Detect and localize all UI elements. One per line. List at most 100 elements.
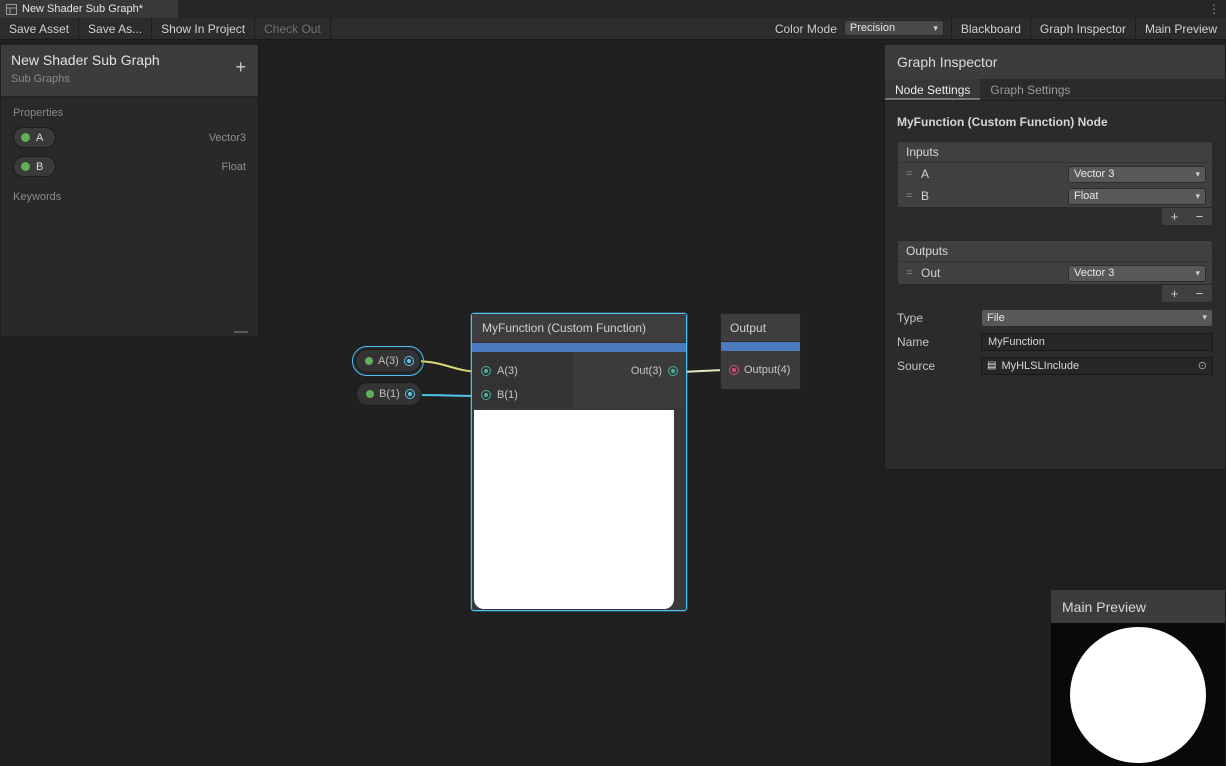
type-dropdown[interactable]: File ▾ xyxy=(981,309,1213,327)
inputs-row-a-name: A xyxy=(921,167,1068,181)
toolbar-right-group: Color Mode Precision ▾ Blackboard Graph … xyxy=(768,18,1226,39)
output-port-out-label: Out(3) xyxy=(631,365,662,377)
output-node[interactable]: Output Output(4) xyxy=(720,313,801,390)
inputs-list-header: Inputs xyxy=(898,142,1212,163)
object-picker-icon[interactable]: ⊙ xyxy=(1198,359,1207,372)
document-tab-label: New Shader Sub Graph* xyxy=(22,3,143,15)
blackboard-property-a-type: Vector3 xyxy=(209,132,246,144)
outputs-row-out-type-dropdown[interactable]: Vector 3 ▾ xyxy=(1068,265,1206,282)
name-field-row: Name MyFunction xyxy=(897,332,1213,351)
source-object-field[interactable]: ▤ MyHLSLInclude ⊙ xyxy=(981,357,1213,375)
precision-dropdown-value: Precision xyxy=(850,22,895,34)
property-node-a[interactable]: A(3) xyxy=(352,346,424,376)
color-mode-label: Color Mode xyxy=(768,18,844,39)
blackboard-panel: New Shader Sub Graph Sub Graphs + Proper… xyxy=(0,44,259,337)
source-field-row: Source ▤ MyHLSLInclude ⊙ xyxy=(897,356,1213,375)
precision-dropdown[interactable]: Precision ▾ xyxy=(844,20,944,36)
preview-sphere xyxy=(1070,627,1206,763)
node-accent-bar xyxy=(472,343,686,352)
keywords-section-label: Keywords xyxy=(1,181,258,207)
document-tab[interactable]: New Shader Sub Graph* xyxy=(0,0,178,18)
chevron-down-icon: ▾ xyxy=(1195,191,1200,202)
outputs-row-out-name: Out xyxy=(921,266,1068,280)
input-port-a-icon[interactable] xyxy=(481,366,491,376)
remove-output-button[interactable]: − xyxy=(1187,285,1212,302)
type-dropdown-value: File xyxy=(987,312,1005,324)
input-port-b-label: B(1) xyxy=(497,389,518,401)
add-input-button[interactable]: + xyxy=(1162,208,1187,225)
property-color-dot-icon xyxy=(366,390,374,398)
main-preview-header[interactable]: Main Preview xyxy=(1051,590,1225,623)
tab-graph-settings[interactable]: Graph Settings xyxy=(980,79,1080,100)
drag-handle-icon[interactable]: = xyxy=(906,190,921,202)
property-row: A Vector3 xyxy=(1,123,258,152)
blackboard-property-a[interactable]: A xyxy=(13,127,56,148)
blackboard-property-b[interactable]: B xyxy=(13,156,56,177)
blackboard-property-b-name: B xyxy=(36,161,43,173)
tab-node-settings[interactable]: Node Settings xyxy=(885,79,980,100)
add-property-button[interactable]: + xyxy=(235,58,246,76)
drag-handle-icon[interactable]: = xyxy=(906,168,921,180)
property-row: B Float xyxy=(1,152,258,181)
add-output-button[interactable]: + xyxy=(1162,285,1187,302)
inputs-row-b-type-dropdown[interactable]: Float ▾ xyxy=(1068,188,1206,205)
blackboard-toggle-button[interactable]: Blackboard xyxy=(951,18,1030,39)
outputs-list: Outputs = Out Vector 3 ▾ xyxy=(897,240,1213,285)
type-label: Type xyxy=(897,311,981,325)
property-color-dot-icon xyxy=(365,357,373,365)
property-color-dot-icon xyxy=(21,162,30,171)
name-label: Name xyxy=(897,335,981,349)
property-node-a-pill[interactable]: A(3) xyxy=(355,349,421,373)
chevron-down-icon: ▾ xyxy=(1202,312,1207,323)
chevron-down-icon: ▾ xyxy=(933,23,938,34)
output-node-ports: Output(4) xyxy=(721,351,800,389)
property-node-b-label: B(1) xyxy=(379,388,400,400)
myfunction-node[interactable]: MyFunction (Custom Function) A(3) B(1) O… xyxy=(471,313,687,611)
save-asset-button[interactable]: Save Asset xyxy=(0,18,79,39)
node-preview-surface xyxy=(474,410,674,609)
property-node-b[interactable]: B(1) xyxy=(356,382,422,406)
property-node-b-pill[interactable]: B(1) xyxy=(356,382,422,406)
check-out-button[interactable]: Check Out xyxy=(255,18,331,39)
output-node-port-label: Output(4) xyxy=(744,364,790,376)
remove-input-button[interactable]: − xyxy=(1187,208,1212,225)
outputs-row-out: = Out Vector 3 ▾ xyxy=(898,262,1212,284)
shader-graph-window: New Shader Sub Graph* ⋮ Save Asset Save … xyxy=(0,0,1226,766)
graph-inspector-toggle-button[interactable]: Graph Inspector xyxy=(1030,18,1135,39)
port-row: B(1) xyxy=(472,383,573,407)
main-preview-viewport[interactable] xyxy=(1051,623,1225,766)
input-port-b-icon[interactable] xyxy=(481,390,491,400)
blackboard-resize-handle[interactable] xyxy=(234,331,248,333)
blackboard-property-b-type: Float xyxy=(222,161,246,173)
inputs-row-b-type-value: Float xyxy=(1074,190,1098,202)
main-preview-toggle-button[interactable]: Main Preview xyxy=(1135,18,1226,39)
myfunction-node-ports: A(3) B(1) Out(3) xyxy=(472,352,686,408)
type-field-row: Type File ▾ xyxy=(897,308,1213,327)
inputs-row-b: = B Float ▾ xyxy=(898,185,1212,207)
output-port-out-icon[interactable] xyxy=(668,366,678,376)
blackboard-header[interactable]: New Shader Sub Graph Sub Graphs + xyxy=(1,45,258,97)
source-object-value: MyHLSLInclude xyxy=(1001,360,1079,372)
function-name-input[interactable]: MyFunction xyxy=(981,333,1213,351)
file-icon: ▤ xyxy=(987,360,996,371)
graph-inspector-header[interactable]: Graph Inspector xyxy=(885,45,1225,79)
unity-window-icon xyxy=(6,4,17,15)
property-node-b-output-port[interactable] xyxy=(405,389,415,399)
output-ports-column: Out(3) xyxy=(573,352,686,408)
property-node-a-label: A(3) xyxy=(378,355,399,367)
myfunction-node-title[interactable]: MyFunction (Custom Function) xyxy=(472,314,686,343)
properties-section-label: Properties xyxy=(1,97,258,123)
drag-handle-icon[interactable]: = xyxy=(906,267,921,279)
inputs-list: Inputs = A Vector 3 ▾ = B Float ▾ xyxy=(897,141,1213,208)
property-node-a-output-port[interactable] xyxy=(404,356,414,366)
save-as-button[interactable]: Save As... xyxy=(79,18,152,39)
inputs-row-a-type-dropdown[interactable]: Vector 3 ▾ xyxy=(1068,166,1206,183)
show-in-project-button[interactable]: Show In Project xyxy=(152,18,255,39)
outputs-row-out-type-value: Vector 3 xyxy=(1074,267,1114,279)
title-tab-strip: New Shader Sub Graph* ⋮ xyxy=(0,0,1226,18)
window-menu-icon[interactable]: ⋮ xyxy=(1208,1,1220,17)
input-port-a-label: A(3) xyxy=(497,365,518,377)
output-node-title[interactable]: Output xyxy=(721,314,800,342)
chevron-down-icon: ▾ xyxy=(1195,169,1200,180)
output-node-input-port-icon[interactable] xyxy=(729,365,739,375)
